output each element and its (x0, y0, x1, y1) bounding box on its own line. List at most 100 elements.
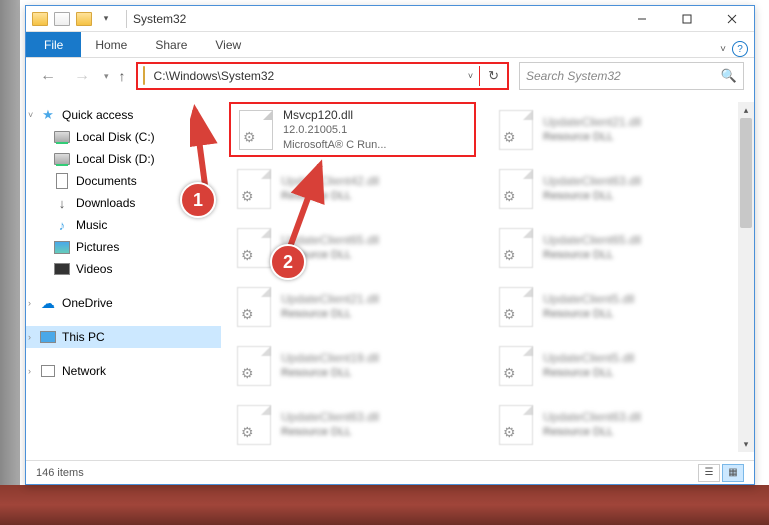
minimize-ribbon-icon[interactable]: ˅ (720, 44, 726, 55)
cloud-icon: ☁ (40, 295, 56, 311)
drive-icon (54, 151, 70, 167)
scroll-up-icon[interactable]: ▴ (738, 102, 754, 118)
chevron-right-icon[interactable]: › (28, 332, 31, 342)
folder-icon (143, 67, 145, 85)
file-icon: ⚙ (493, 108, 537, 152)
history-dropdown-icon[interactable]: ▾ (104, 71, 109, 82)
ribbon: File Home Share View ˅ ? (26, 32, 754, 58)
file-info: UpdateClient63.dllResource DLL (543, 409, 641, 440)
tab-home[interactable]: Home (81, 32, 141, 57)
file-item[interactable]: ⚙UpdateClient21.dllResource DLL (491, 102, 738, 157)
file-name: UpdateClient5.dll (543, 291, 634, 307)
window-title: System32 (133, 12, 186, 26)
sidebar-network[interactable]: › Network (26, 360, 221, 382)
file-icon: ⚙ (231, 226, 275, 270)
downloads-icon: ↓ (54, 195, 70, 211)
help-icon[interactable]: ? (732, 41, 748, 57)
pc-icon (40, 329, 56, 345)
file-icon: ⚙ (231, 285, 275, 329)
maximize-button[interactable] (664, 6, 709, 32)
sidebar-onedrive[interactable]: › ☁ OneDrive (26, 292, 221, 314)
videos-icon (54, 261, 70, 277)
address-path[interactable]: C:\Windows\System32 (150, 69, 462, 83)
file-item[interactable]: ⚙UpdateClient42.dllResource DLL (229, 161, 476, 216)
music-icon: ♪ (54, 217, 70, 233)
file-item[interactable]: ⚙UpdateClient63.dllResource DLL (229, 397, 476, 452)
search-placeholder: Search System32 (526, 69, 721, 83)
scrollbar-thumb[interactable] (740, 118, 752, 228)
navigation-bar: ← → ▾ ↑ C:\Windows\System32 ˅ ↻ Search S… (26, 58, 754, 94)
sidebar-item-label: Pictures (76, 240, 119, 254)
sidebar-this-pc[interactable]: › This PC (26, 326, 221, 348)
callout-badge-1: 1 (180, 182, 216, 218)
sidebar-item-pictures[interactable]: Pictures (26, 236, 221, 258)
back-button[interactable]: ← (36, 64, 60, 88)
up-button[interactable]: ↑ (119, 68, 126, 84)
sidebar-item-label: Videos (76, 262, 112, 276)
sidebar-item-drive-c[interactable]: Local Disk (C:) (26, 126, 221, 148)
file-info: UpdateClient63.dllResource DLL (543, 173, 641, 204)
sidebar-item-drive-d[interactable]: Local Disk (D:) (26, 148, 221, 170)
file-name: UpdateClient63.dll (543, 173, 641, 189)
file-item[interactable]: ⚙UpdateClient63.dllResource DLL (491, 397, 738, 452)
file-name: UpdateClient65.dll (543, 232, 641, 248)
explorer-window: ▾ System32 File Home Share View ˅ ? (25, 5, 755, 485)
tab-view[interactable]: View (201, 32, 255, 57)
sidebar-item-label: This PC (62, 330, 105, 344)
search-input[interactable]: Search System32 🔍 (519, 62, 744, 90)
details-view-button[interactable]: ☰ (698, 464, 720, 482)
tiles-view-button[interactable]: ▦ (722, 464, 744, 482)
forward-button[interactable]: → (70, 64, 94, 88)
file-icon: ⚙ (493, 226, 537, 270)
sidebar-item-label: Documents (76, 174, 137, 188)
network-icon (40, 363, 56, 379)
file-info: UpdateClient5.dllResource DLL (543, 291, 634, 322)
scroll-down-icon[interactable]: ▾ (738, 436, 754, 452)
sidebar-item-label: Local Disk (C:) (76, 130, 155, 144)
tab-share[interactable]: Share (141, 32, 201, 57)
titlebar: ▾ System32 (26, 6, 754, 32)
qat-dropdown-icon[interactable]: ▾ (97, 10, 115, 28)
address-dropdown-icon[interactable]: ˅ (462, 71, 479, 81)
refresh-button[interactable]: ↻ (480, 68, 507, 84)
file-item[interactable]: ⚙Msvcp120.dll12.0.21005.1MicrosoftA® C R… (229, 102, 476, 157)
star-icon: ★ (40, 107, 56, 123)
file-item[interactable]: ⚙UpdateClient65.dllResource DLL (229, 220, 476, 275)
properties-icon[interactable] (53, 10, 71, 28)
sidebar-item-videos[interactable]: Videos (26, 258, 221, 280)
close-button[interactable] (709, 6, 754, 32)
file-item[interactable]: ⚙UpdateClient21.dllResource DLL (229, 279, 476, 334)
file-tab[interactable]: File (26, 32, 81, 57)
navigation-pane: ˅ ★ Quick access Local Disk (C:) Local D… (26, 94, 221, 460)
chevron-right-icon[interactable]: › (28, 366, 31, 376)
sidebar-item-label: OneDrive (62, 296, 113, 310)
file-item[interactable]: ⚙UpdateClient5.dllResource DLL (491, 338, 738, 393)
file-item[interactable]: ⚙UpdateClient65.dllResource DLL (491, 220, 738, 275)
file-item[interactable]: ⚙UpdateClient19.dllResource DLL (229, 338, 476, 393)
sidebar-quick-access[interactable]: ˅ ★ Quick access (26, 104, 221, 126)
pictures-icon (54, 239, 70, 255)
file-info: UpdateClient63.dllResource DLL (281, 409, 379, 440)
minimize-button[interactable] (619, 6, 664, 32)
sidebar-item-label: Music (76, 218, 107, 232)
vertical-scrollbar[interactable]: ▴ ▾ (738, 102, 754, 452)
sidebar-item-music[interactable]: ♪ Music (26, 214, 221, 236)
file-icon: ⚙ (231, 167, 275, 211)
file-icon: ⚙ (233, 108, 277, 152)
file-info: UpdateClient42.dllResource DLL (281, 173, 379, 204)
sidebar-item-label: Local Disk (D:) (76, 152, 155, 166)
new-folder-icon[interactable] (75, 10, 93, 28)
file-item[interactable]: ⚙UpdateClient5.dllResource DLL (491, 279, 738, 334)
chevron-down-icon[interactable]: ˅ (28, 110, 33, 120)
file-name: UpdateClient5.dll (543, 350, 634, 366)
item-count: 146 items (36, 467, 84, 479)
file-name: Msvcp120.dll (283, 107, 386, 123)
file-icon: ⚙ (231, 344, 275, 388)
file-info: UpdateClient21.dllResource DLL (281, 291, 379, 322)
drive-icon (54, 129, 70, 145)
address-bar[interactable]: C:\Windows\System32 ˅ ↻ (136, 62, 509, 90)
sidebar-item-label: Network (62, 364, 106, 378)
file-item[interactable]: ⚙UpdateClient63.dllResource DLL (491, 161, 738, 216)
chevron-right-icon[interactable]: › (28, 298, 31, 308)
file-name: UpdateClient63.dll (281, 409, 379, 425)
